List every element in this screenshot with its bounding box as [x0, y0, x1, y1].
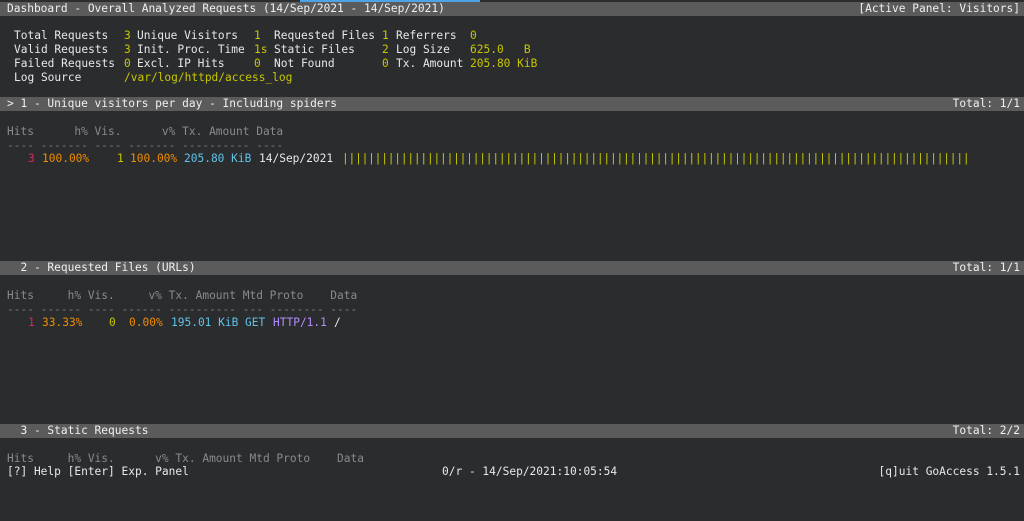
panel-static-total: Total: 2/2: [952, 424, 1020, 437]
log-source-value: /var/log/httpd/access_log: [124, 71, 293, 84]
panel-visitors-columns: Hits h% Vis. v% Tx. Amount Data: [0, 125, 1024, 139]
requested-files-value: 1: [382, 29, 389, 42]
active-panel-indicator: [Active Panel: Visitors]: [858, 2, 1020, 15]
dashboard-header: Dashboard - Overall Analyzed Requests (1…: [0, 2, 1024, 16]
panel-visitors-total: Total: 1/1: [952, 97, 1020, 110]
valid-requests-label: Valid Requests: [14, 43, 109, 56]
panel-requests-columns: Hits h% Vis. v% Tx. Amount Mtd Proto Dat…: [0, 289, 1024, 303]
table-row[interactable]: 3 100.00% 1 100.00% 205.80 KiB 14/Sep/20…: [0, 152, 1024, 166]
log-size-label: Log Size: [396, 43, 450, 56]
init-proc-time-value: 1s: [254, 43, 268, 56]
table-row[interactable]: 1 33.33% 0 0.00% 195.01 KiB GET HTTP/1.1…: [0, 316, 1024, 330]
panel-visitors-title: > 1 - Unique visitors per day - Includin…: [7, 97, 338, 110]
log-size-value: 625.0 B: [470, 43, 531, 56]
panel-requests-total: Total: 1/1: [952, 261, 1020, 274]
panel-requests-title: 2 - Requested Files (URLs): [7, 261, 196, 274]
tx-amount-label: Tx. Amount: [396, 57, 464, 70]
tx-amount-value: 205.80 KiB: [470, 57, 538, 70]
visitors-value: 1: [117, 152, 124, 165]
hits-value: 1: [28, 316, 35, 329]
tx-amount-value: 205.80 KiB: [184, 152, 252, 165]
stats-row-4: Log Source /var/log/httpd/access_log: [0, 71, 1024, 85]
help-hint[interactable]: [?] Help [Enter] Exp. Panel: [7, 465, 189, 479]
hits-percent: 33.33%: [42, 316, 83, 329]
column-header: Hits h% Vis. v% Tx. Amount Mtd Proto Dat…: [7, 452, 364, 465]
static-files-value: 2: [382, 43, 389, 56]
column-header: Hits h% Vis. v% Tx. Amount Data: [7, 125, 284, 138]
referrers-value: 0: [470, 29, 477, 42]
panel-static-header[interactable]: 3 - Static Requests Total: 2/2: [0, 424, 1024, 438]
requested-files-label: Requested Files: [274, 29, 376, 42]
stats-row-1: Total Requests 3 Unique Visitors 1 Reque…: [0, 29, 1024, 43]
dashboard-title: Dashboard - Overall Analyzed Requests (1…: [7, 2, 445, 15]
panel-visitors-header[interactable]: > 1 - Unique visitors per day - Includin…: [0, 97, 1024, 111]
stats-row-3: Failed Requests 0 Excl. IP Hits 0 Not Fo…: [0, 57, 1024, 71]
panel-requests-header[interactable]: 2 - Requested Files (URLs) Total: 1/1: [0, 261, 1024, 275]
excl-ip-hits-value: 0: [254, 57, 261, 70]
status-text: 0/r - 14/Sep/2021:10:05:54: [442, 465, 618, 478]
valid-requests-value: 3: [124, 43, 131, 56]
visitors-percent: 0.00%: [129, 316, 163, 329]
tx-amount-value: 195.01 KiB: [171, 316, 239, 329]
hits-bar: ||||||||||||||||||||||||||||||||||||||||…: [342, 152, 970, 165]
init-proc-time-label: Init. Proc. Time: [137, 43, 245, 56]
excl-ip-hits-label: Excl. IP Hits: [137, 57, 225, 70]
footer-bar: [?] Help [Enter] Exp. Panel 0/r - 14/Sep…: [0, 465, 1024, 479]
not-found-label: Not Found: [274, 57, 335, 70]
date-value: 14/Sep/2021: [259, 152, 334, 165]
column-header: Hits h% Vis. v% Tx. Amount Mtd Proto Dat…: [7, 289, 358, 302]
referrers-label: Referrers: [396, 29, 457, 42]
panel-visitors-separator: ---- ------- ---- ------- ---------- ---…: [0, 139, 1024, 153]
failed-requests-label: Failed Requests: [14, 57, 116, 70]
protocol-value: HTTP/1.1: [273, 316, 327, 329]
visitors-value: 0: [109, 316, 116, 329]
hits-percent: 100.00%: [42, 152, 90, 165]
static-files-label: Static Files: [274, 43, 355, 56]
unique-visitors-value: 1: [254, 29, 261, 42]
method-value: GET: [245, 316, 266, 329]
panel-static-title: 3 - Static Requests: [7, 424, 149, 437]
panel-requests-separator: ---- ------ ---- ------ ---------- --- -…: [0, 303, 1024, 317]
column-separator: ---- ------- ---- ------- ---------- ---…: [7, 139, 284, 152]
total-requests-value: 3: [124, 29, 131, 42]
quit-hint[interactable]: [q]uit GoAccess 1.5.1: [879, 465, 1020, 479]
total-requests-label: Total Requests: [14, 29, 109, 42]
column-separator: ---- ------ ---- ------ ---------- --- -…: [7, 303, 358, 316]
stats-row-2: Valid Requests 3 Init. Proc. Time 1s Sta…: [0, 43, 1024, 57]
visitors-percent: 100.00%: [130, 152, 178, 165]
log-source-label: Log Source: [14, 71, 82, 84]
not-found-value: 0: [382, 57, 389, 70]
url-value: /: [334, 316, 341, 329]
hits-value: 3: [28, 152, 35, 165]
panel-static-columns: Hits h% Vis. v% Tx. Amount Mtd Proto Dat…: [0, 452, 1024, 466]
unique-visitors-label: Unique Visitors: [137, 29, 239, 42]
failed-requests-value: 0: [124, 57, 131, 70]
